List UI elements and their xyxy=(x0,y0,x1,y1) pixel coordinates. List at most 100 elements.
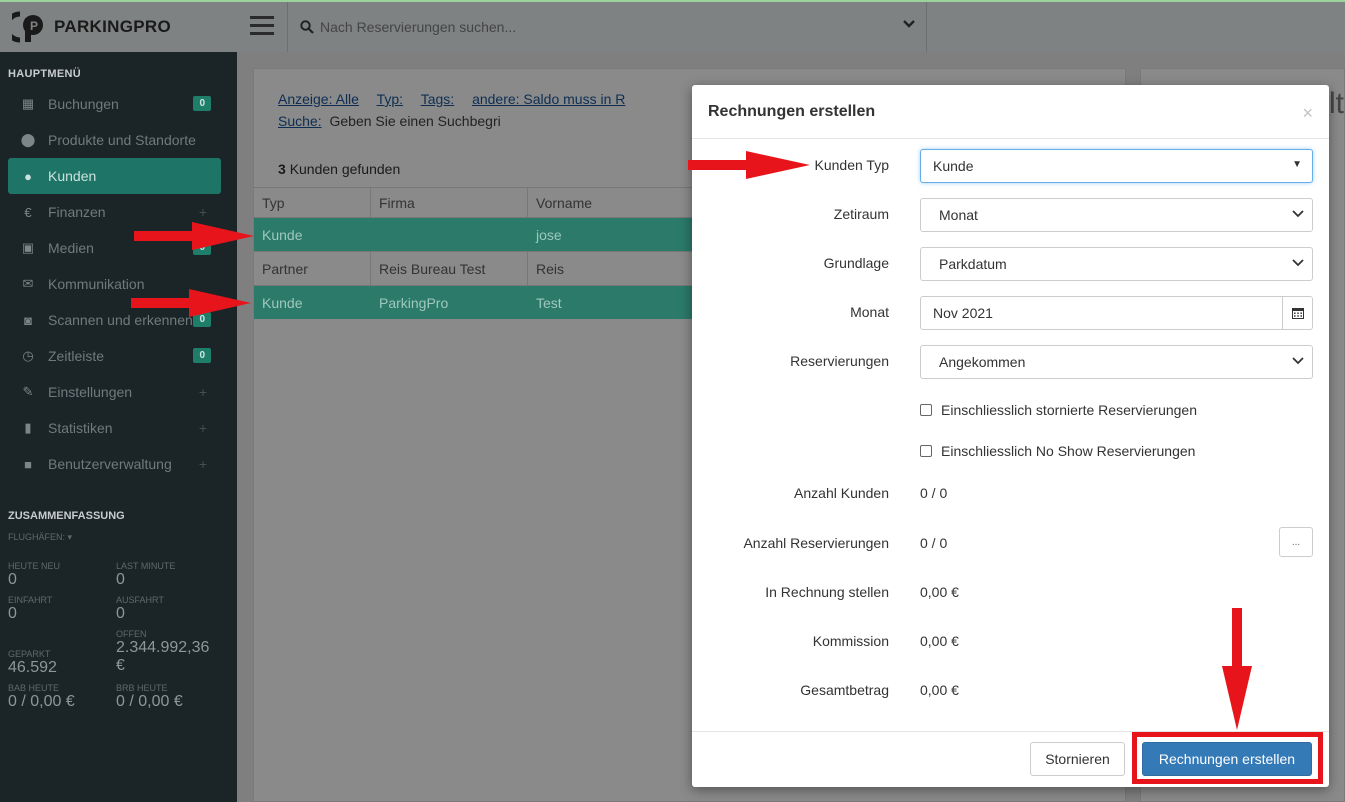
filter-anzeige[interactable]: Anzeige: Alle xyxy=(278,91,359,107)
more-details-button[interactable]: ... xyxy=(1279,527,1313,557)
lock-icon: ■ xyxy=(24,456,32,472)
chevron-down-icon xyxy=(1292,357,1304,365)
table-row[interactable]: Partner Reis Bureau Test Reis xyxy=(254,251,694,285)
stat-value: 0 xyxy=(116,571,125,588)
sidebar-item-zeitleiste[interactable]: ◷ Zeitleiste 0 xyxy=(0,338,237,374)
table-header: Typ Firma Vorname xyxy=(254,187,694,217)
stat-value: 0 xyxy=(8,605,17,622)
search-input[interactable] xyxy=(320,19,880,35)
clock-icon: ◷ xyxy=(22,348,34,363)
sidebar-item-statistiken[interactable]: ▮ Statistiken + xyxy=(0,410,237,446)
grundlage-select[interactable]: Parkdatum xyxy=(920,247,1313,281)
stat-value: 0 xyxy=(8,571,17,588)
image-icon: ▣ xyxy=(21,240,35,255)
table-row[interactable]: Kunde ParkingPro Test xyxy=(254,285,694,319)
table-row[interactable]: Kunde jose xyxy=(254,217,694,251)
sidebar-item-label: Produkte und Standorte xyxy=(48,132,196,148)
stat-value: 2.344.992,36 € xyxy=(116,639,210,674)
zeitraum-select[interactable]: Monat xyxy=(920,198,1313,232)
field-value: 0,00 € xyxy=(920,584,959,600)
count-badge: 0 xyxy=(193,96,211,111)
sidebar-item-einstellungen[interactable]: ✎ Einstellungen + xyxy=(0,374,237,410)
airport-filter-label: FLUGHÄFEN: xyxy=(8,532,66,542)
filter-typ[interactable]: Typ: xyxy=(377,91,403,107)
column-header[interactable]: Vorname xyxy=(528,188,694,217)
select-value: Kunde xyxy=(933,158,974,174)
sidebar-item-produkte[interactable]: ⬤ Produkte und Standorte xyxy=(0,122,237,158)
cell-vorname: jose xyxy=(536,226,562,243)
field-value: 0,00 € xyxy=(920,633,959,649)
stat-geparkt: GEPARKT 46.592 xyxy=(8,629,116,677)
reservierungen-select[interactable]: Angekommen xyxy=(920,345,1313,379)
wrench-icon: ✎ xyxy=(22,384,34,399)
column-header[interactable]: Firma xyxy=(371,188,528,217)
checkbox-noshow[interactable]: Einschliesslich No Show Reservierungen xyxy=(920,443,1195,459)
sidebar-item-label: Statistiken xyxy=(48,420,113,436)
search-icon xyxy=(300,20,314,34)
stat-label: LAST MINUTE xyxy=(116,561,176,571)
modal-title: Rechnungen erstellen xyxy=(708,102,876,120)
search-filter-label[interactable]: Suche: xyxy=(278,113,322,129)
panel-title-fragment: lt xyxy=(1329,87,1344,120)
checkbox[interactable] xyxy=(920,404,932,416)
sidebar-item-label: Finanzen xyxy=(48,204,106,220)
sidebar-item-label: Benutzerverwaltung xyxy=(48,456,172,472)
sidebar-item-kunden[interactable]: ● Kunden xyxy=(8,158,221,194)
summary-anzahl-kunden: Anzahl Kunden 0 / 0 xyxy=(692,477,1329,511)
envelope-icon: ✉ xyxy=(22,276,34,291)
red-arrow-icon xyxy=(688,151,810,179)
sidebar-item-buchungen[interactable]: ▦ Buchungen 0 xyxy=(0,86,237,122)
close-icon[interactable]: × xyxy=(1302,103,1313,124)
calendar-icon xyxy=(1291,308,1304,319)
stat-label: BRB HEUTE xyxy=(116,683,168,693)
calendar-button[interactable] xyxy=(1282,296,1312,330)
stat-last-minute: LAST MINUTE 0 xyxy=(116,561,236,589)
cell-vorname: Reis xyxy=(536,260,565,277)
parkingpro-logo-icon: P xyxy=(12,11,43,43)
summary-title: ZUSAMMENFASSUNG xyxy=(8,510,125,522)
sidebar: P PARKINGPRO HAUPTMENÜ ▦ Buchungen 0 ⬤ P… xyxy=(0,0,237,802)
field-label: Reservierungen xyxy=(790,353,889,369)
checkbox-storniert[interactable]: Einschliesslich stornierte Reservierunge… xyxy=(920,402,1197,418)
sidebar-item-label: Medien xyxy=(48,240,94,256)
red-arrow-icon xyxy=(131,289,251,317)
caret-down-icon: ▼ xyxy=(1292,159,1302,170)
input-value: Nov 2021 xyxy=(933,305,993,321)
stat-offen: OFFEN 2.344.992,36 € xyxy=(116,629,236,677)
filter-bar: Anzeige: Alle Typ: Tags: andere: Saldo m… xyxy=(278,91,639,129)
chevron-down-icon[interactable] xyxy=(902,19,916,29)
cell-typ: Partner xyxy=(254,252,371,285)
filter-andere[interactable]: andere: Saldo muss in R xyxy=(472,91,625,107)
kunden-typ-select[interactable]: Kunde ▼ xyxy=(920,149,1313,183)
modal-footer: Stornieren Rechnungen erstellen xyxy=(692,731,1329,787)
filter-tags[interactable]: Tags: xyxy=(421,91,454,107)
field-monat: Monat Nov 2021 xyxy=(692,296,1329,330)
reservation-search[interactable] xyxy=(287,2,927,52)
search-filter-text: Geben Sie einen Suchbegri xyxy=(329,113,501,129)
stat-value: 0 xyxy=(116,605,125,622)
create-invoices-button[interactable]: Rechnungen erstellen xyxy=(1142,742,1312,776)
field-label: Anzahl Reservierungen xyxy=(743,535,889,551)
summary-in-rechnung: In Rechnung stellen 0,00 € xyxy=(692,576,1329,610)
red-arrow-down-icon xyxy=(1222,608,1252,730)
airport-filter[interactable]: FLUGHÄFEN: ▾ xyxy=(0,532,237,561)
field-value: 0 / 0 xyxy=(920,535,948,551)
map-marker-icon: ⬤ xyxy=(20,132,36,147)
main-menu-title: HAUPTMENÜ xyxy=(8,68,81,80)
caret-down-icon: ▾ xyxy=(67,532,73,542)
cell-vorname: Test xyxy=(536,294,562,311)
select-value: Parkdatum xyxy=(939,256,1007,272)
stat-heute-neu: HEUTE NEU 0 xyxy=(8,561,116,589)
cancel-button[interactable]: Stornieren xyxy=(1030,742,1125,776)
chevron-down-icon xyxy=(1292,259,1304,267)
sidebar-item-benutzerverwaltung[interactable]: ■ Benutzerverwaltung + xyxy=(0,446,237,482)
logo-bar: P PARKINGPRO xyxy=(0,0,237,52)
monat-input[interactable]: Nov 2021 xyxy=(920,296,1313,330)
column-header[interactable]: Typ xyxy=(254,188,371,217)
field-label: Anzahl Kunden xyxy=(794,485,889,501)
checkbox[interactable] xyxy=(920,445,932,457)
field-reservierungen: Reservierungen Angekommen xyxy=(692,345,1329,379)
stat-value: 0 / 0,00 € xyxy=(8,693,75,710)
cell-firma: Reis Bureau Test xyxy=(371,252,528,285)
hamburger-menu-icon[interactable] xyxy=(250,16,274,40)
